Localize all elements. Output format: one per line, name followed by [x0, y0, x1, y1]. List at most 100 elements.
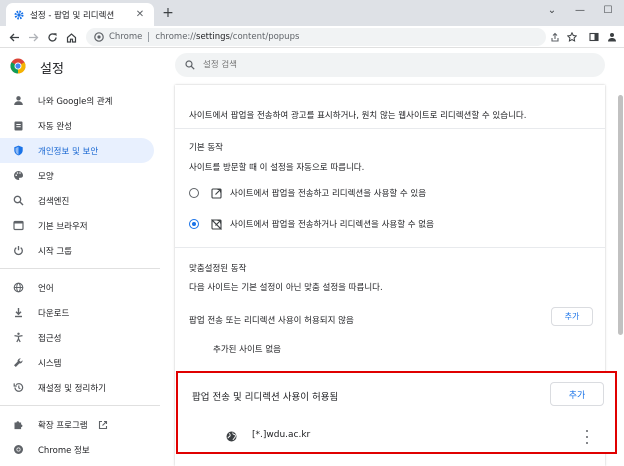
section-divider: [175, 247, 605, 248]
sidebar-item-default-browser[interactable]: 기본 브라우저: [0, 213, 154, 238]
reload-button[interactable]: [44, 29, 60, 45]
address-bar[interactable]: Chrome chrome://settings/content/popups: [86, 28, 546, 46]
reload-icon: [47, 32, 57, 42]
gear-icon: [14, 9, 24, 20]
sidebar-item-search-engine[interactable]: 검색엔진: [0, 188, 154, 213]
default-behavior-heading: 기본 동작: [189, 143, 223, 153]
sidebar-item-privacy[interactable]: 개인정보 및 보안: [0, 138, 154, 163]
minimize-button[interactable]: —: [570, 3, 590, 19]
radio-allow-popups[interactable]: [189, 188, 199, 198]
close-icon[interactable]: ✕: [134, 9, 146, 20]
sidebar-item-reset[interactable]: 재설정 및 정리하기: [0, 375, 154, 400]
person-icon: [12, 95, 24, 107]
external-link-icon: [98, 420, 107, 429]
accessibility-icon: [12, 332, 24, 344]
more-actions-button[interactable]: [583, 430, 591, 444]
sidebar-item-system[interactable]: 시스템: [0, 350, 154, 375]
radio-block-popups[interactable]: [189, 219, 199, 229]
globe-icon: [226, 431, 237, 442]
sidebar-item-label: 재설정 및 정리하기: [38, 383, 106, 394]
chrome-logo: [10, 58, 26, 74]
sidebar-item-label: 시스템: [38, 358, 62, 369]
option-allow-label[interactable]: 사이트에서 팝업을 전송하고 리디렉션을 사용할 수 있음: [230, 187, 426, 199]
allowed-section-highlight: 팝업 전송 및 리디렉션 사용이 허용됨 추가 [*.]wdu.ac.kr: [176, 371, 617, 454]
home-button[interactable]: [63, 29, 79, 45]
side-panel-button[interactable]: [586, 29, 602, 45]
url-host: settings: [196, 32, 230, 42]
share-button[interactable]: [547, 29, 563, 45]
toolbar: Chrome chrome://settings/content/popups: [0, 26, 624, 48]
chevron-down-icon[interactable]: ⌄: [542, 3, 562, 19]
home-icon: [66, 32, 76, 43]
power-icon: [12, 245, 24, 257]
title-bar: 설정 - 팝업 및 리디렉션 ✕ + ⌄ — ☐: [0, 0, 624, 26]
new-tab-button[interactable]: +: [160, 5, 176, 21]
sidebar-item-label: 검색엔진: [38, 196, 70, 207]
popups-description: 사이트에서 팝업을 전송하여 광고를 표시하거나, 원치 않는 웹사이트로 리디…: [189, 111, 527, 121]
more-dot: [585, 441, 589, 444]
person-icon: [608, 33, 616, 42]
url-scheme: chrome://: [155, 32, 197, 42]
sidebar-item-label: 언어: [38, 283, 54, 294]
sidebar-item-label: 확장 프로그램: [38, 420, 88, 431]
scrollbar-thumb[interactable]: [618, 95, 623, 335]
sidebar: 나와 Google의 관계 자동 완성 개인정보 및 보안 모양 검색엔진 기본…: [0, 85, 160, 466]
maximize-button[interactable]: ☐: [598, 3, 618, 19]
sidebar-item-on-startup[interactable]: 시작 그룹: [0, 238, 154, 263]
sidebar-item-about-chrome[interactable]: Chrome 정보: [0, 437, 154, 462]
sidebar-item-languages[interactable]: 언어: [0, 275, 154, 300]
sidebar-divider: [0, 405, 160, 406]
no-sites-added: 추가된 사이트 없음: [213, 345, 281, 355]
url-path: /content/popups: [229, 32, 300, 42]
tab-settings[interactable]: 설정 - 팝업 및 리디렉션 ✕: [6, 3, 154, 26]
custom-behavior-heading: 맞춤설정된 동작: [189, 264, 247, 274]
settings-search[interactable]: [175, 53, 605, 77]
sidebar-item-label: 시작 그룹: [38, 246, 72, 257]
sidebar-item-label: 다운로드: [38, 308, 70, 319]
globe-icon: [12, 282, 24, 294]
default-behavior-subtitle: 사이트를 방문할 때 이 설정을 자동으로 따릅니다.: [189, 163, 365, 173]
profile-button[interactable]: [604, 29, 620, 45]
sidebar-item-label: 기본 브라우저: [38, 221, 88, 232]
blocked-section-heading: 팝업 전송 또는 리디렉션 사용이 허용되지 않음: [189, 316, 354, 326]
sidebar-item-label: 나와 Google의 관계: [38, 96, 113, 107]
custom-behavior-subtitle: 다음 사이트는 기본 설정이 아닌 맞춤 설정을 따릅니다.: [189, 283, 383, 293]
sidebar-item-appearance[interactable]: 모양: [0, 163, 154, 188]
sidebar-item-you-and-google[interactable]: 나와 Google의 관계: [0, 88, 154, 113]
sidebar-item-label: 개인정보 및 보안: [38, 146, 99, 157]
share-icon: [551, 32, 559, 42]
chrome-icon: [94, 32, 104, 42]
wrench-icon: [12, 357, 24, 369]
tab-title: 설정 - 팝업 및 리디렉션: [30, 10, 115, 21]
open-in-new-icon: [211, 188, 222, 199]
shield-icon: [12, 145, 24, 157]
settings-header: 설정: [0, 49, 624, 85]
search-input[interactable]: [203, 60, 503, 70]
sidebar-divider: [0, 268, 160, 269]
blocked-add-button[interactable]: 추가: [551, 307, 593, 326]
sidebar-item-label: 접근성: [38, 333, 62, 344]
option-block-label[interactable]: 사이트에서 팝업을 전송하거나 리디렉션을 사용할 수 없음: [230, 218, 434, 230]
sidebar-item-extensions[interactable]: 확장 프로그램: [0, 412, 154, 437]
site-chip: Chrome: [109, 32, 143, 42]
sidebar-item-label: 모양: [38, 171, 54, 182]
bookmark-button[interactable]: [564, 29, 580, 45]
back-button[interactable]: [6, 29, 22, 45]
url-text: chrome://settings/content/popups: [155, 32, 299, 42]
chrome-icon: [12, 444, 24, 456]
omnibox-separator: [148, 32, 150, 42]
scrollbar[interactable]: [617, 85, 624, 466]
forward-button[interactable]: [25, 29, 41, 45]
star-icon: [567, 32, 577, 42]
sidebar-item-accessibility[interactable]: 접근성: [0, 325, 154, 350]
browser-icon: [12, 220, 24, 232]
search-icon: [12, 195, 24, 207]
puzzle-icon: [12, 419, 24, 431]
sidebar-item-downloads[interactable]: 다운로드: [0, 300, 154, 325]
history-icon: [12, 382, 24, 394]
clipboard-icon: [12, 120, 24, 132]
allowed-add-button[interactable]: 추가: [550, 382, 604, 406]
sidebar-item-autofill[interactable]: 자동 완성: [0, 113, 154, 138]
allowed-section-heading: 팝업 전송 및 리디렉션 사용이 허용됨: [192, 392, 339, 403]
more-dot: [585, 435, 589, 439]
